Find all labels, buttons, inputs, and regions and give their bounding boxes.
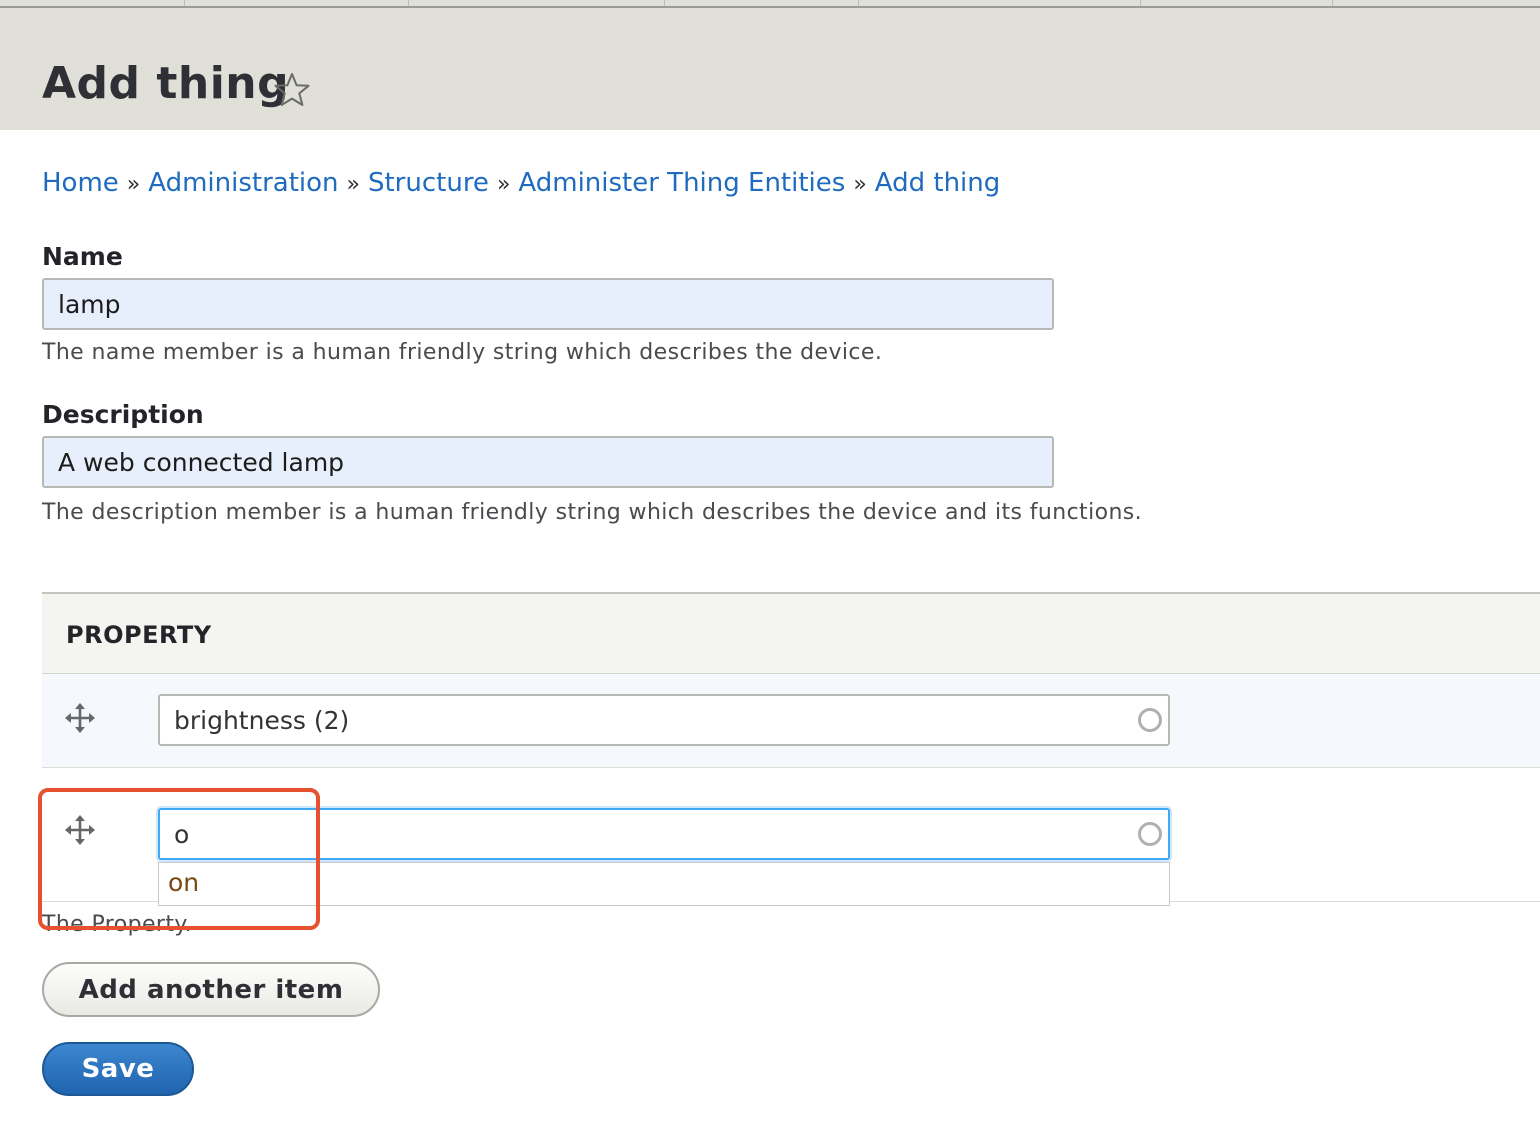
description-help-text: The description member is a human friend… <box>42 500 1143 525</box>
breadcrumb-separator: » <box>126 172 141 197</box>
breadcrumb-separator: » <box>496 172 511 197</box>
property-header-label: PROPERTY <box>66 621 212 649</box>
property-autocomplete-input-active[interactable] <box>158 808 1170 860</box>
breadcrumb-add-thing[interactable]: Add thing <box>875 168 1000 198</box>
throbber-icon <box>1138 708 1162 732</box>
name-input[interactable] <box>42 278 1054 330</box>
property-autocomplete-input[interactable] <box>158 694 1170 746</box>
star-icon[interactable] <box>272 70 312 110</box>
autocomplete-option[interactable]: on <box>168 868 199 897</box>
property-description: The Property. <box>42 912 193 937</box>
property-table-header: PROPERTY <box>42 592 1540 674</box>
name-label: Name <box>42 242 123 271</box>
breadcrumb-administer-thing-entities[interactable]: Administer Thing Entities <box>518 168 845 198</box>
breadcrumb-home[interactable]: Home <box>42 168 119 198</box>
description-input[interactable] <box>42 436 1054 488</box>
autocomplete-dropdown: on <box>158 862 1170 906</box>
breadcrumb-structure[interactable]: Structure <box>368 168 489 198</box>
breadcrumb: Home » Administration » Structure » Administer… <box>42 167 1000 201</box>
drag-handle-icon[interactable] <box>64 814 96 846</box>
drag-handle-icon[interactable] <box>64 702 96 734</box>
add-another-item-button[interactable]: Add another item <box>42 962 380 1017</box>
property-row <box>42 674 1540 768</box>
save-button[interactable]: Save <box>42 1042 194 1096</box>
property-table: PROPERTY <box>42 592 1540 902</box>
breadcrumb-separator: » <box>853 172 867 197</box>
name-help-text: The name member is a human friendly stri… <box>42 340 883 365</box>
throbber-icon <box>1138 822 1162 846</box>
breadcrumb-administration[interactable]: Administration <box>148 168 338 198</box>
breadcrumb-separator: » <box>346 172 360 197</box>
page-title: Add thing <box>42 58 290 109</box>
description-label: Description <box>42 400 204 429</box>
top-tab-strip <box>0 0 1540 8</box>
